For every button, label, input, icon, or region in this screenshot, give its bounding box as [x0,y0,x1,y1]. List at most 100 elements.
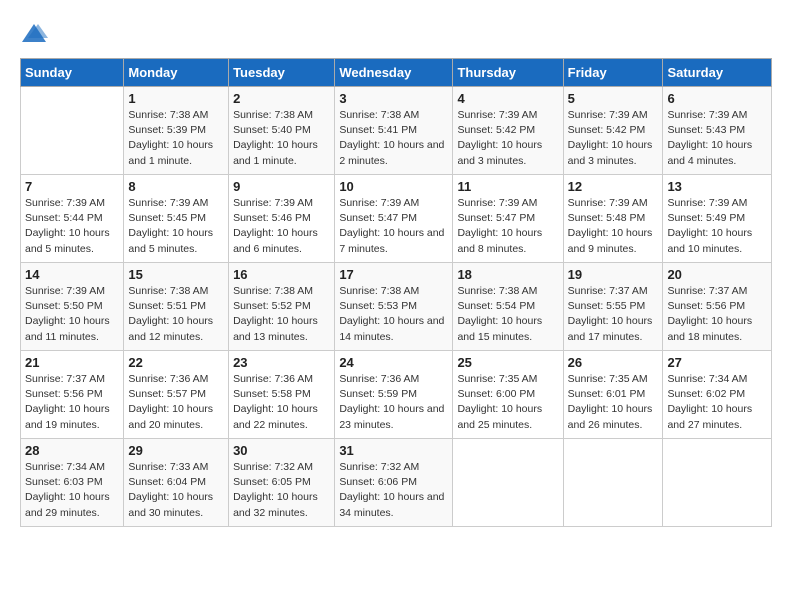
day-info: Sunrise: 7:38 AMSunset: 5:54 PMDaylight:… [457,284,558,345]
day-number: 8 [128,179,224,194]
calendar-cell: 20 Sunrise: 7:37 AMSunset: 5:56 PMDayligh… [663,263,772,351]
day-number: 29 [128,443,224,458]
day-number: 9 [233,179,330,194]
calendar-cell [21,87,124,175]
day-info: Sunrise: 7:39 AMSunset: 5:43 PMDaylight:… [667,108,767,169]
day-info: Sunrise: 7:36 AMSunset: 5:59 PMDaylight:… [339,372,448,433]
calendar-cell: 25 Sunrise: 7:35 AMSunset: 6:00 PMDayligh… [453,351,563,439]
day-header-friday: Friday [563,59,663,87]
day-header-monday: Monday [124,59,229,87]
calendar-cell: 27Sunrise: 7:34 AMSunset: 6:02 PMDayligh… [663,351,772,439]
day-number: 4 [457,91,558,106]
day-number: 24 [339,355,448,370]
calendar-cell: 30 Sunrise: 7:32 AMSunset: 6:05 PMDayligh… [229,439,335,527]
calendar-week-row: 28 Sunrise: 7:34 AMSunset: 6:03 PMDayligh… [21,439,772,527]
day-number: 5 [568,91,659,106]
calendar-cell: 2Sunrise: 7:38 AMSunset: 5:40 PMDaylight… [229,87,335,175]
calendar-cell: 4 Sunrise: 7:39 AMSunset: 5:42 PMDaylight… [453,87,563,175]
day-number: 30 [233,443,330,458]
day-number: 19 [568,267,659,282]
day-number: 28 [25,443,119,458]
calendar-cell: 3 Sunrise: 7:38 AMSunset: 5:41 PMDaylight… [335,87,453,175]
day-header-saturday: Saturday [663,59,772,87]
day-info: Sunrise: 7:37 AMSunset: 5:56 PMDaylight:… [25,372,119,433]
calendar-cell: 26 Sunrise: 7:35 AMSunset: 6:01 PMDayligh… [563,351,663,439]
day-info: Sunrise: 7:39 AMSunset: 5:47 PMDaylight:… [339,196,448,257]
day-number: 7 [25,179,119,194]
day-number: 21 [25,355,119,370]
day-info: Sunrise: 7:35 AMSunset: 6:01 PMDaylight:… [568,372,659,433]
calendar-cell: 17 Sunrise: 7:38 AMSunset: 5:53 PMDayligh… [335,263,453,351]
day-number: 11 [457,179,558,194]
calendar-cell: 8Sunrise: 7:39 AMSunset: 5:45 PMDaylight… [124,175,229,263]
day-info: Sunrise: 7:39 AMSunset: 5:46 PMDaylight:… [233,196,330,257]
day-info: Sunrise: 7:38 AMSunset: 5:39 PMDaylight:… [128,108,224,169]
day-info: Sunrise: 7:32 AMSunset: 6:05 PMDaylight:… [233,460,330,521]
day-number: 12 [568,179,659,194]
day-info: Sunrise: 7:39 AMSunset: 5:47 PMDaylight:… [457,196,558,257]
day-number: 1 [128,91,224,106]
day-info: Sunrise: 7:39 AMSunset: 5:48 PMDaylight:… [568,196,659,257]
day-header-tuesday: Tuesday [229,59,335,87]
day-info: Sunrise: 7:37 AMSunset: 5:56 PMDaylight:… [667,284,767,345]
day-info: Sunrise: 7:38 AMSunset: 5:53 PMDaylight:… [339,284,448,345]
day-info: Sunrise: 7:39 AMSunset: 5:42 PMDaylight:… [568,108,659,169]
logo [20,20,52,48]
day-number: 13 [667,179,767,194]
day-info: Sunrise: 7:35 AMSunset: 6:00 PMDaylight:… [457,372,558,433]
calendar-cell: 19 Sunrise: 7:37 AMSunset: 5:55 PMDayligh… [563,263,663,351]
day-header-sunday: Sunday [21,59,124,87]
calendar-cell [563,439,663,527]
calendar-cell: 5 Sunrise: 7:39 AMSunset: 5:42 PMDaylight… [563,87,663,175]
calendar-cell: 23Sunrise: 7:36 AMSunset: 5:58 PMDayligh… [229,351,335,439]
calendar-cell: 9 Sunrise: 7:39 AMSunset: 5:46 PMDaylight… [229,175,335,263]
calendar-cell: 28 Sunrise: 7:34 AMSunset: 6:03 PMDayligh… [21,439,124,527]
calendar-cell [663,439,772,527]
day-number: 27 [667,355,767,370]
day-info: Sunrise: 7:34 AMSunset: 6:03 PMDaylight:… [25,460,119,521]
day-header-thursday: Thursday [453,59,563,87]
day-info: Sunrise: 7:38 AMSunset: 5:52 PMDaylight:… [233,284,330,345]
calendar-cell: 31 Sunrise: 7:32 AMSunset: 6:06 PMDayligh… [335,439,453,527]
day-info: Sunrise: 7:38 AMSunset: 5:51 PMDaylight:… [128,284,224,345]
calendar-cell: 11 Sunrise: 7:39 AMSunset: 5:47 PMDayligh… [453,175,563,263]
day-number: 20 [667,267,767,282]
day-info: Sunrise: 7:36 AMSunset: 5:58 PMDaylight:… [233,372,330,433]
calendar-cell: 16 Sunrise: 7:38 AMSunset: 5:52 PMDayligh… [229,263,335,351]
calendar-week-row: 21 Sunrise: 7:37 AMSunset: 5:56 PMDayligh… [21,351,772,439]
calendar-cell: 18 Sunrise: 7:38 AMSunset: 5:54 PMDayligh… [453,263,563,351]
day-number: 2 [233,91,330,106]
calendar-cell: 22Sunrise: 7:36 AMSunset: 5:57 PMDayligh… [124,351,229,439]
day-number: 3 [339,91,448,106]
day-info: Sunrise: 7:37 AMSunset: 5:55 PMDaylight:… [568,284,659,345]
calendar-week-row: 7 Sunrise: 7:39 AMSunset: 5:44 PMDaylight… [21,175,772,263]
calendar-cell: 10Sunrise: 7:39 AMSunset: 5:47 PMDayligh… [335,175,453,263]
day-number: 16 [233,267,330,282]
calendar-cell [453,439,563,527]
calendar-cell: 15 Sunrise: 7:38 AMSunset: 5:51 PMDayligh… [124,263,229,351]
day-info: Sunrise: 7:39 AMSunset: 5:42 PMDaylight:… [457,108,558,169]
calendar-cell: 29 Sunrise: 7:33 AMSunset: 6:04 PMDayligh… [124,439,229,527]
day-number: 18 [457,267,558,282]
page-header [20,20,772,48]
logo-icon [20,20,48,48]
calendar-week-row: 14 Sunrise: 7:39 AMSunset: 5:50 PMDayligh… [21,263,772,351]
day-info: Sunrise: 7:39 AMSunset: 5:50 PMDaylight:… [25,284,119,345]
day-number: 17 [339,267,448,282]
day-info: Sunrise: 7:36 AMSunset: 5:57 PMDaylight:… [128,372,224,433]
day-number: 26 [568,355,659,370]
calendar-table: SundayMondayTuesdayWednesdayThursdayFrid… [20,58,772,527]
day-number: 14 [25,267,119,282]
day-number: 25 [457,355,558,370]
day-info: Sunrise: 7:39 AMSunset: 5:44 PMDaylight:… [25,196,119,257]
day-info: Sunrise: 7:33 AMSunset: 6:04 PMDaylight:… [128,460,224,521]
day-number: 31 [339,443,448,458]
day-header-wednesday: Wednesday [335,59,453,87]
calendar-cell: 1 Sunrise: 7:38 AMSunset: 5:39 PMDaylight… [124,87,229,175]
day-info: Sunrise: 7:32 AMSunset: 6:06 PMDaylight:… [339,460,448,521]
calendar-cell: 21 Sunrise: 7:37 AMSunset: 5:56 PMDayligh… [21,351,124,439]
day-info: Sunrise: 7:39 AMSunset: 5:49 PMDaylight:… [667,196,767,257]
day-info: Sunrise: 7:38 AMSunset: 5:41 PMDaylight:… [339,108,448,169]
calendar-cell: 13 Sunrise: 7:39 AMSunset: 5:49 PMDayligh… [663,175,772,263]
day-number: 15 [128,267,224,282]
